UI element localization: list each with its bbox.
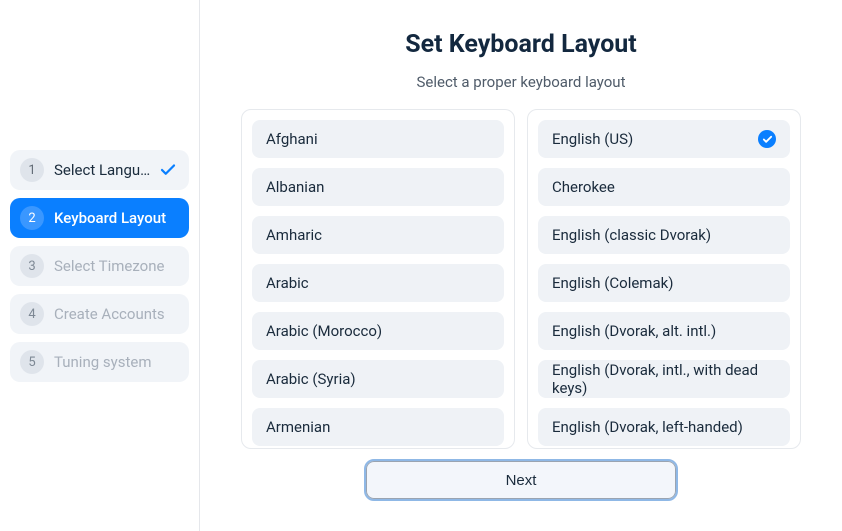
layout-lists: Afghani Albanian Amharic Arabic Arabic (… (241, 109, 801, 449)
list-item[interactable]: English (classic Dvorak) (538, 216, 790, 254)
list-item[interactable]: Cherokee (538, 168, 790, 206)
step-tuning-system[interactable]: 5 Tuning system (10, 342, 189, 382)
step-number: 5 (20, 350, 44, 374)
page-title: Set Keyboard Layout (405, 30, 637, 59)
list-item[interactable]: English (Dvorak, left-handed) (538, 408, 790, 446)
list-item[interactable]: English (Dvorak, intl., with dead keys) (538, 360, 790, 398)
list-item[interactable]: Arabic (Syria) (252, 360, 504, 398)
list-item-label: Armenian (266, 418, 330, 436)
step-select-timezone[interactable]: 3 Select Timezone (10, 246, 189, 286)
list-item-label: Cherokee (552, 178, 615, 196)
step-number: 1 (20, 158, 44, 182)
step-label: Keyboard Layout (54, 209, 179, 227)
step-number: 3 (20, 254, 44, 278)
step-label: Tuning system (54, 353, 179, 371)
layout-list-left[interactable]: Afghani Albanian Amharic Arabic Arabic (… (241, 109, 515, 449)
list-item[interactable]: Albanian (252, 168, 504, 206)
list-item-label: Amharic (266, 226, 322, 244)
sidebar: 1 Select Langu… 2 Keyboard Layout 3 Sele… (0, 0, 200, 531)
step-select-language[interactable]: 1 Select Langu… (10, 150, 189, 190)
step-keyboard-layout[interactable]: 2 Keyboard Layout (10, 198, 189, 238)
page-subtitle: Select a proper keyboard layout (416, 73, 625, 91)
step-number: 4 (20, 302, 44, 326)
layout-list-right[interactable]: English (US) Cherokee English (classic D… (527, 109, 801, 449)
list-item-label: Afghani (266, 130, 318, 148)
list-item-label: Albanian (266, 178, 324, 196)
list-item[interactable]: English (Dvorak, alt. intl.) (538, 312, 790, 350)
step-label: Select Timezone (54, 257, 179, 275)
next-button[interactable]: Next (366, 461, 676, 499)
list-item[interactable]: English (Colemak) (538, 264, 790, 302)
list-item[interactable]: Afghani (252, 120, 504, 158)
list-item-label: English (Dvorak, alt. intl.) (552, 322, 716, 340)
list-item[interactable]: English (US) (538, 120, 790, 158)
check-circle-icon (758, 130, 776, 148)
main-panel: Set Keyboard Layout Select a proper keyb… (200, 0, 842, 531)
list-item-label: English (Dvorak, left-handed) (552, 418, 743, 436)
step-number: 2 (20, 206, 44, 230)
list-item-label: English (classic Dvorak) (552, 226, 711, 244)
list-item-label: English (US) (552, 130, 633, 148)
list-item[interactable]: Amharic (252, 216, 504, 254)
check-icon (159, 161, 177, 179)
list-item-label: Arabic (Morocco) (266, 322, 382, 340)
list-item-label: Arabic (266, 274, 309, 292)
list-item[interactable]: Arabic (Morocco) (252, 312, 504, 350)
list-item[interactable]: Arabic (252, 264, 504, 302)
step-label: Create Accounts (54, 305, 179, 323)
list-item-label: English (Colemak) (552, 274, 673, 292)
step-create-accounts[interactable]: 4 Create Accounts (10, 294, 189, 334)
list-item-label: English (Dvorak, intl., with dead keys) (552, 361, 776, 397)
list-item[interactable]: Armenian (252, 408, 504, 446)
list-item-label: Arabic (Syria) (266, 370, 356, 388)
